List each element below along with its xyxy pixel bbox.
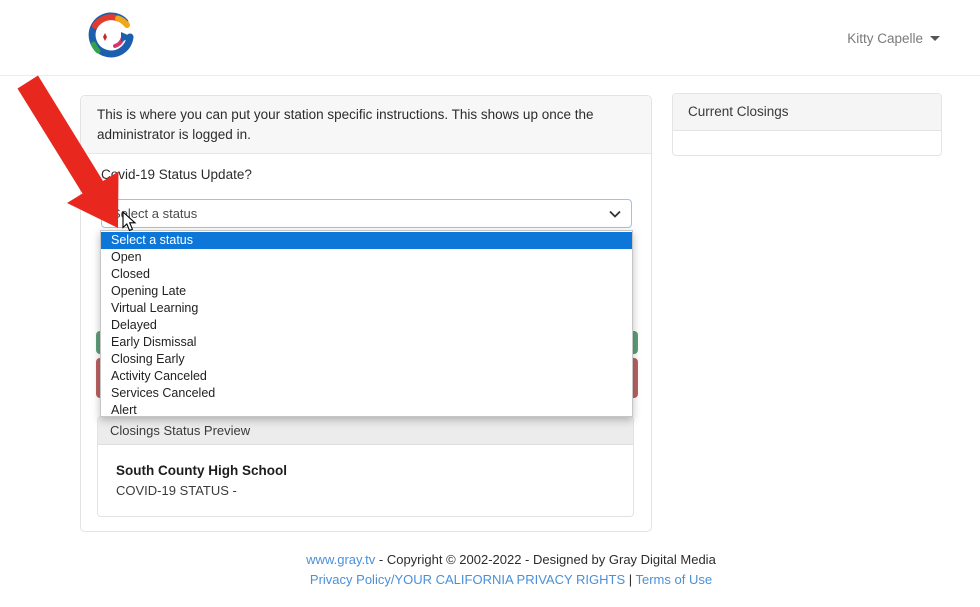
select-option-opening-late[interactable]: Opening Late — [101, 283, 632, 300]
user-name-label: Kitty Capelle — [847, 31, 923, 46]
preview-card-title: Closings Status Preview — [98, 417, 633, 445]
select-option-closed[interactable]: Closed — [101, 266, 632, 283]
top-navbar: Kitty Capelle — [0, 0, 980, 76]
select-option-services-canceled[interactable]: Services Canceled — [101, 385, 632, 402]
gray-tv-link[interactable]: www.gray.tv — [306, 552, 375, 567]
privacy-policy-link[interactable]: Privacy Policy/YOUR CALIFORNIA PRIVACY R… — [310, 572, 625, 587]
select-option-delayed[interactable]: Delayed — [101, 317, 632, 334]
chevron-down-icon — [930, 36, 940, 41]
closings-status-preview-card: Closings Status Preview South County Hig… — [97, 416, 634, 517]
instructions-banner: This is where you can put your station s… — [81, 96, 651, 154]
select-option-open[interactable]: Open — [101, 249, 632, 266]
select-chevron-icon — [609, 210, 621, 218]
user-account-menu[interactable]: Kitty Capelle — [847, 28, 940, 48]
footer-legal-line: Privacy Policy/YOUR CALIFORNIA PRIVACY R… — [80, 572, 942, 587]
station-instructions-card: This is where you can put your station s… — [80, 95, 652, 532]
select-option-select-a-status[interactable]: Select a status — [101, 232, 632, 249]
select-option-closing-early[interactable]: Closing Early — [101, 351, 632, 368]
select-option-alert[interactable]: Alert — [101, 402, 632, 419]
closings-admin-page: Kitty Capelle This is where you can put … — [0, 0, 980, 607]
status-select[interactable]: Select a status — [101, 199, 632, 228]
footer-copyright-line: www.gray.tv - Copyright © 2002-2022 - De… — [80, 552, 942, 567]
page-footer: www.gray.tv - Copyright © 2002-2022 - De… — [80, 552, 942, 587]
status-select-value: Select a status — [112, 206, 197, 221]
select-option-early-dismissal[interactable]: Early Dismissal — [101, 334, 632, 351]
current-closings-panel: Current Closings — [672, 93, 942, 156]
preview-school-name: South County High School — [116, 463, 287, 478]
footer-separator: | — [625, 572, 635, 587]
terms-of-use-link[interactable]: Terms of Use — [636, 572, 713, 587]
covid-status-question-label: Covid-19 Status Update? — [101, 167, 252, 182]
select-option-activity-canceled[interactable]: Activity Canceled — [101, 368, 632, 385]
copyright-text: - Copyright © 2002-2022 - Designed by Gr… — [375, 552, 716, 567]
gray-tv-logo-icon — [85, 11, 137, 63]
select-option-virtual-learning[interactable]: Virtual Learning — [101, 300, 632, 317]
gray-tv-logo[interactable] — [85, 11, 137, 63]
preview-status-line: COVID-19 STATUS - — [116, 483, 237, 498]
current-closings-title: Current Closings — [673, 94, 941, 131]
status-select-dropdown: Select a status Open Closed Opening Late… — [100, 230, 633, 417]
